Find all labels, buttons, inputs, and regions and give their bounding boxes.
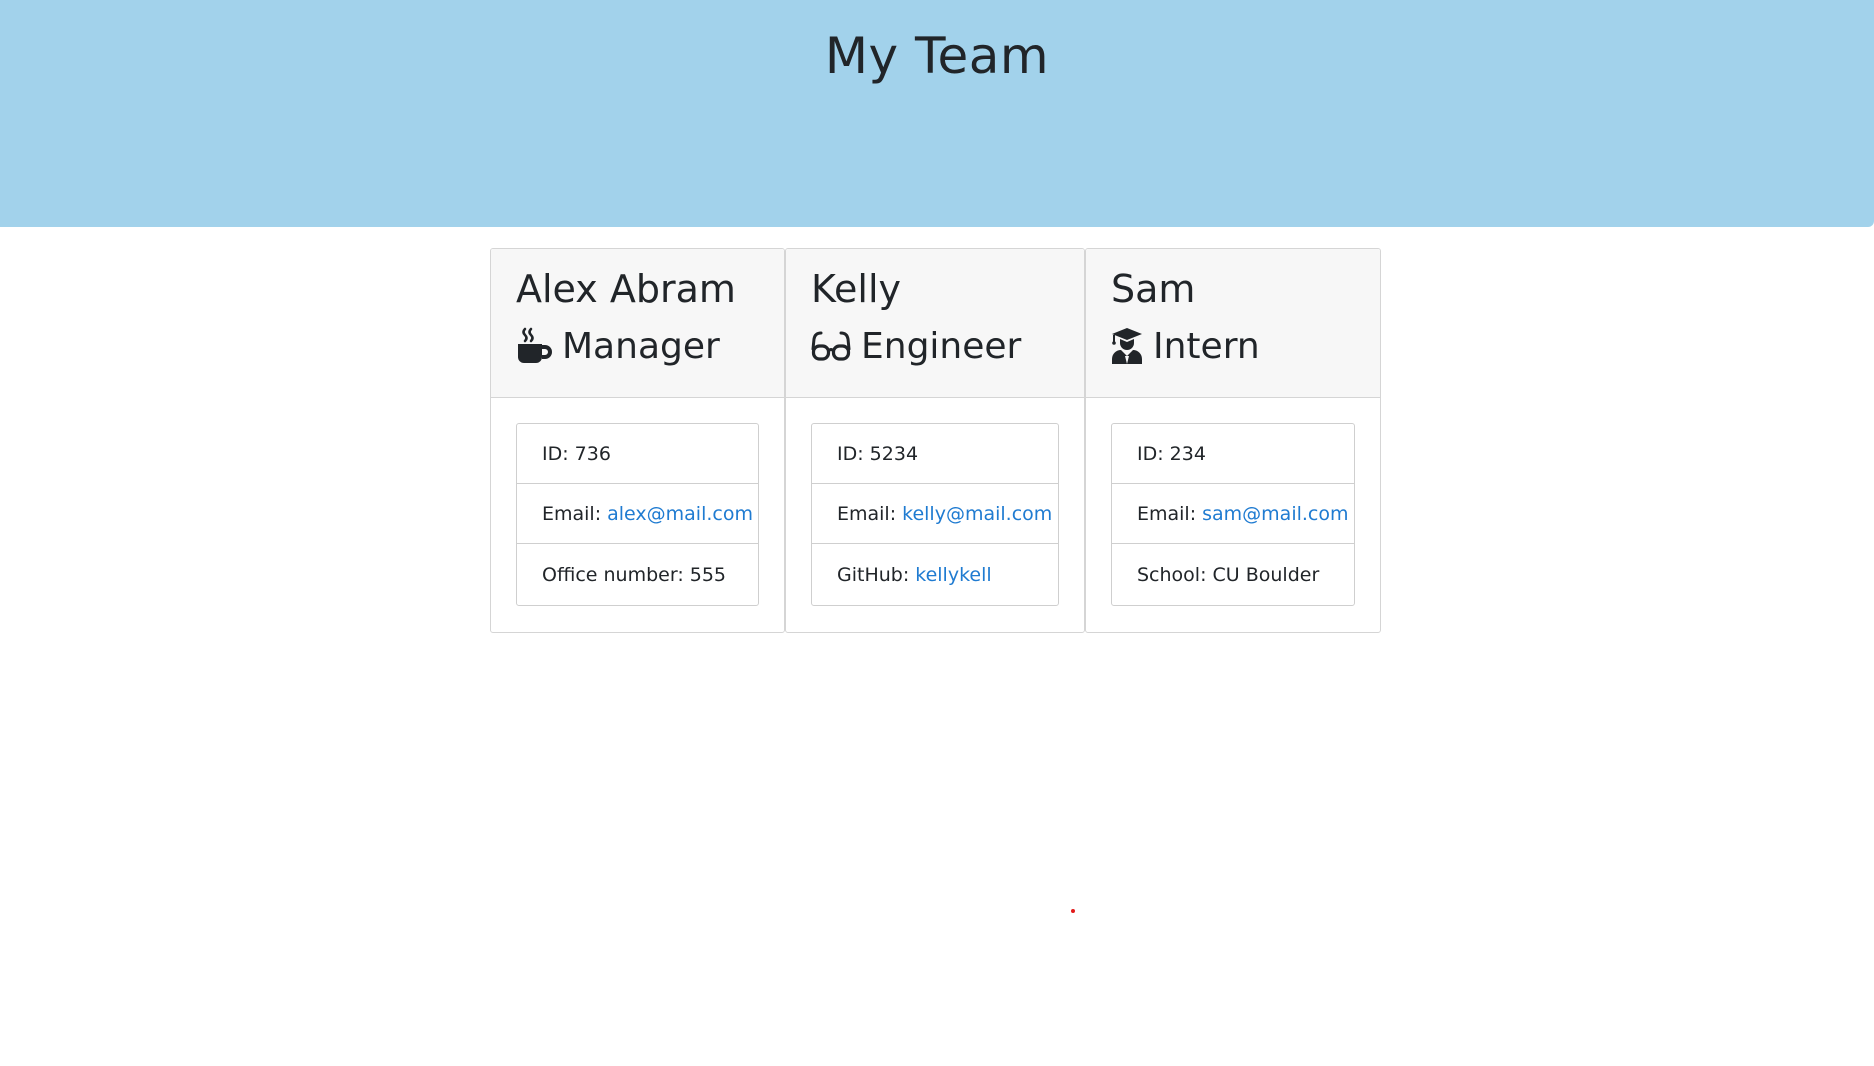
card-header: Kelly Engineer bbox=[786, 249, 1084, 398]
card-body: ID: 736 Email: alex@mail.com Office numb… bbox=[491, 398, 784, 606]
email-label: Email: bbox=[837, 502, 897, 525]
card-header: Sam Intern bbox=[1086, 249, 1380, 398]
id-text: ID: 736 bbox=[542, 442, 611, 465]
employee-name: Kelly bbox=[811, 267, 902, 311]
card-body: ID: 234 Email: sam@mail.com School: CU B… bbox=[1086, 398, 1380, 606]
user-graduate-icon bbox=[1111, 327, 1143, 365]
list-item-github: GitHub: kellykell bbox=[812, 544, 1058, 605]
list-item-office-number: Office number: 555 bbox=[517, 544, 758, 605]
employee-card-intern: Sam Intern ID: 234 Email: sam@mail.com S… bbox=[1085, 248, 1381, 633]
employee-role: Intern bbox=[1111, 323, 1380, 369]
school-text: School: CU Boulder bbox=[1137, 563, 1320, 586]
employee-card-engineer: Kelly Engineer ID: 5234 Email: kelly@mai… bbox=[785, 248, 1085, 633]
role-label: Intern bbox=[1153, 325, 1260, 367]
card-header: Alex Abram Manager bbox=[491, 249, 784, 398]
info-list: ID: 736 Email: alex@mail.com Office numb… bbox=[516, 423, 759, 606]
page-title: My Team bbox=[824, 27, 1050, 85]
list-item-id: ID: 5234 bbox=[812, 424, 1058, 484]
office-number-text: Office number: 555 bbox=[542, 563, 727, 586]
list-item-email: Email: kelly@mail.com bbox=[812, 484, 1058, 544]
employee-role: Engineer bbox=[811, 323, 1084, 369]
email-label: Email: bbox=[542, 502, 602, 525]
github-link[interactable]: kellykell bbox=[915, 564, 991, 586]
cursor-dot bbox=[1071, 909, 1075, 913]
role-label: Engineer bbox=[861, 325, 1022, 367]
id-text: ID: 5234 bbox=[837, 442, 919, 465]
employee-name: Alex Abram bbox=[516, 267, 736, 311]
list-item-email: Email: alex@mail.com bbox=[517, 484, 758, 544]
card-body: ID: 5234 Email: kelly@mail.com GitHub: k… bbox=[786, 398, 1084, 606]
list-item-id: ID: 234 bbox=[1112, 424, 1354, 484]
employee-name: Sam bbox=[1111, 267, 1196, 311]
email-label: Email: bbox=[1137, 502, 1197, 525]
employee-role: Manager bbox=[516, 323, 784, 369]
list-item-email: Email: sam@mail.com bbox=[1112, 484, 1354, 544]
email-link[interactable]: sam@mail.com bbox=[1202, 503, 1348, 525]
info-list: ID: 234 Email: sam@mail.com School: CU B… bbox=[1111, 423, 1355, 606]
employee-card-manager: Alex Abram Manager ID: 736 Email: alex@m… bbox=[490, 248, 785, 633]
email-link[interactable]: alex@mail.com bbox=[607, 503, 753, 525]
glasses-icon bbox=[811, 327, 851, 365]
info-list: ID: 5234 Email: kelly@mail.com GitHub: k… bbox=[811, 423, 1059, 606]
mug-hot-icon bbox=[516, 327, 552, 365]
github-label: GitHub: bbox=[837, 563, 910, 586]
id-text: ID: 234 bbox=[1137, 442, 1206, 465]
role-label: Manager bbox=[562, 325, 720, 367]
list-item-id: ID: 736 bbox=[517, 424, 758, 484]
list-item-school: School: CU Boulder bbox=[1112, 544, 1354, 605]
page-header: My Team bbox=[0, 0, 1874, 227]
email-link[interactable]: kelly@mail.com bbox=[902, 503, 1052, 525]
